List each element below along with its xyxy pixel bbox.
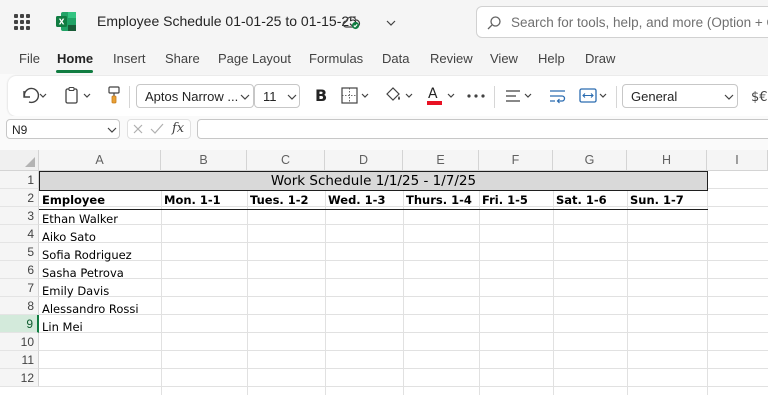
tab-home[interactable]: Home — [57, 51, 93, 66]
gridline — [707, 171, 708, 395]
active-tab-indicator — [56, 70, 93, 73]
svg-text:A: A — [428, 86, 438, 102]
row-header[interactable]: 6 — [0, 261, 39, 279]
formula-actions: fx — [127, 119, 191, 139]
spreadsheet-grid[interactable]: A B C D E F G H I 1 2 3 4 5 6 7 8 9 10 1… — [0, 150, 768, 395]
employee-name-cell[interactable]: Aiko Sato — [39, 228, 161, 246]
row-header[interactable]: 8 — [0, 297, 39, 315]
column-header-f[interactable]: F — [479, 150, 553, 171]
row-header[interactable]: 11 — [0, 351, 39, 369]
merge-icon[interactable] — [578, 86, 612, 111]
title-chevron-down-icon[interactable] — [386, 15, 396, 33]
header-cell-day[interactable]: Wed. 1-3 — [325, 191, 403, 209]
column-header-g[interactable]: G — [553, 150, 627, 171]
header-cell-day[interactable]: Mon. 1-1 — [161, 191, 247, 209]
svg-text:$€: $€ — [751, 90, 768, 105]
row-header[interactable]: 2 — [0, 189, 39, 207]
ribbon-toolbar: Aptos Narrow ... 11 B A General $€ — [8, 76, 768, 116]
format-painter-icon[interactable] — [106, 85, 122, 110]
search-icon — [486, 15, 502, 36]
header-cell-day[interactable]: Fri. 1-5 — [479, 191, 553, 209]
header-cell-day[interactable]: Sat. 1-6 — [553, 191, 627, 209]
toolbar-divider — [616, 86, 617, 108]
undo-icon[interactable] — [20, 86, 48, 111]
name-box[interactable]: N9 — [6, 119, 120, 139]
cancel-icon[interactable] — [132, 123, 144, 135]
enter-check-icon[interactable] — [150, 123, 164, 135]
name-box-chevron-icon[interactable] — [107, 126, 117, 134]
name-box-value: N9 — [12, 123, 28, 137]
row-header[interactable]: 10 — [0, 333, 39, 351]
toolbar-divider — [494, 86, 495, 108]
column-header-c[interactable]: C — [247, 150, 325, 171]
number-format-value: General — [631, 89, 678, 104]
header-cell-day[interactable]: Thurs. 1-4 — [403, 191, 479, 209]
title-bar: Employee Schedule 01-01-25 to 01-15-25 S… — [0, 0, 768, 44]
tab-share[interactable]: Share — [165, 51, 200, 66]
employee-name-cell[interactable]: Sofia Rodriguez — [39, 246, 161, 264]
formula-input[interactable] — [197, 119, 768, 139]
row-header[interactable]: 3 — [0, 207, 39, 225]
svg-text:B: B — [315, 86, 327, 104]
tab-review[interactable]: Review — [430, 51, 473, 66]
column-header-e[interactable]: E — [403, 150, 479, 171]
ribbon-tabs: File Home Insert Share Page Layout Formu… — [0, 44, 768, 74]
row-header[interactable]: 7 — [0, 279, 39, 297]
font-name-value: Aptos Narrow ... — [145, 89, 239, 104]
column-header-h[interactable]: H — [627, 150, 707, 171]
tab-help[interactable]: Help — [538, 51, 565, 66]
column-header-b[interactable]: B — [161, 150, 247, 171]
employee-name-cell[interactable]: Emily Davis — [39, 282, 161, 300]
number-format-dropdown[interactable]: General — [622, 84, 738, 108]
borders-icon[interactable] — [340, 86, 374, 111]
row-header[interactable]: 4 — [0, 225, 39, 243]
excel-logo-icon — [55, 11, 77, 32]
currency-icon[interactable]: $€ — [750, 86, 768, 111]
insert-function-icon[interactable]: fx — [172, 121, 184, 136]
tab-view[interactable]: View — [490, 51, 518, 66]
tab-page-layout[interactable]: Page Layout — [218, 51, 291, 66]
tab-insert[interactable]: Insert — [113, 51, 146, 66]
tab-data[interactable]: Data — [382, 51, 409, 66]
employee-name-cell[interactable]: Ethan Walker — [39, 210, 161, 228]
search-box[interactable]: Search for tools, help, and more (Option… — [476, 6, 768, 38]
row-header[interactable]: 1 — [0, 171, 39, 189]
column-header-a[interactable]: A — [39, 150, 161, 171]
header-cell-day[interactable]: Tues. 1-2 — [247, 191, 325, 209]
row-header-selected[interactable]: 9 — [0, 315, 39, 333]
employee-name-cell[interactable]: Sasha Petrova — [39, 264, 161, 282]
row-header[interactable]: 5 — [0, 243, 39, 261]
search-placeholder: Search for tools, help, and more (Option… — [511, 15, 768, 30]
employee-name-cell[interactable]: Alessandro Rossi — [39, 300, 161, 318]
saved-cloud-icon[interactable] — [341, 14, 361, 35]
column-header-d[interactable]: D — [325, 150, 403, 171]
bold-icon[interactable]: B — [314, 86, 328, 109]
align-icon[interactable] — [504, 86, 538, 111]
font-color-icon[interactable]: A — [426, 85, 460, 112]
row-header[interactable]: 12 — [0, 369, 39, 387]
more-icon[interactable] — [466, 88, 486, 106]
select-all-corner[interactable] — [0, 150, 39, 171]
header-cell-day[interactable]: Sun. 1-7 — [627, 191, 707, 209]
font-name-dropdown[interactable]: Aptos Narrow ... — [136, 84, 254, 108]
schedule-title-cell[interactable]: Work Schedule 1/1/25 - 1/7/25 — [39, 171, 708, 191]
document-title[interactable]: Employee Schedule 01-01-25 to 01-15-25 — [97, 13, 357, 29]
font-size-dropdown[interactable]: 11 — [254, 84, 300, 108]
app-launcher-icon[interactable] — [14, 14, 30, 30]
wrap-text-icon[interactable] — [548, 86, 568, 111]
clipboard-icon[interactable] — [64, 86, 96, 111]
header-cell-employee[interactable]: Employee — [39, 191, 161, 209]
employee-name-cell[interactable]: Lin Mei — [39, 318, 161, 336]
font-size-value: 11 — [263, 89, 277, 104]
toolbar-divider — [129, 86, 130, 108]
tab-draw[interactable]: Draw — [585, 51, 615, 66]
tab-formulas[interactable]: Formulas — [309, 51, 363, 66]
fill-color-icon[interactable] — [384, 85, 418, 112]
column-header-i[interactable]: I — [707, 150, 768, 171]
tab-file[interactable]: File — [19, 51, 40, 66]
